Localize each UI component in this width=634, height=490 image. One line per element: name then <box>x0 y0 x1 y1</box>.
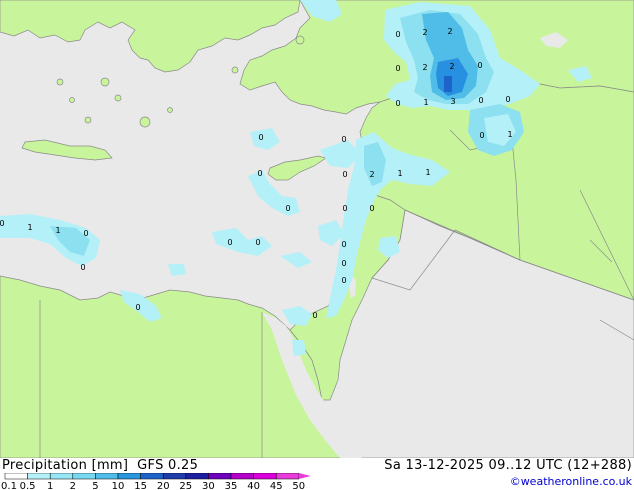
precip-label: 0 <box>395 64 400 73</box>
precip-label: 0 <box>395 99 400 108</box>
precip-max-core2 <box>444 76 452 92</box>
valid-time: Sa 13-12-2025 09..12 UTC (12+288) <box>384 458 632 473</box>
legend-swatch <box>253 473 277 480</box>
precip-label: 0 <box>227 238 232 247</box>
precip-label: 1 <box>55 226 60 235</box>
island <box>295 35 305 45</box>
precip-label: 0 <box>341 240 346 249</box>
precip-label: 1 <box>397 169 402 178</box>
color-legend: 0.1 0.5 1 2 5 10 15 20 25 30 35 40 45 50 <box>1 473 311 490</box>
legend-tick-label: 10 <box>112 481 125 490</box>
precip-label: 0 <box>0 219 5 228</box>
legend-tick-label: 25 <box>179 481 192 490</box>
precip-label: 0 <box>257 169 262 178</box>
precip-label: 3 <box>450 97 455 106</box>
precip-label: 1 <box>423 98 428 107</box>
precip-label: 2 <box>447 27 452 36</box>
legend-swatch <box>185 473 209 480</box>
precip-label: 2 <box>422 28 427 37</box>
legend-swatch <box>140 473 164 480</box>
precip-label: 2 <box>369 170 374 179</box>
island <box>139 116 151 128</box>
precip-label: 0 <box>477 61 482 70</box>
precip-label: 0 <box>341 135 346 144</box>
legend-swatch <box>117 473 141 480</box>
legend-swatch <box>49 473 74 480</box>
legend-tick-label: 30 <box>202 481 215 490</box>
precip-label: 0 <box>395 30 400 39</box>
precipitation-map: 0 2 2 0 2 2 0 0 1 3 0 0 0 1 0 0 0 2 1 1 … <box>0 0 634 458</box>
precip-label: 0 <box>80 263 85 272</box>
precip-label: 1 <box>425 168 430 177</box>
legend-tick-label: 20 <box>157 481 170 490</box>
precip-label: 0 <box>505 95 510 104</box>
island <box>231 66 239 74</box>
legend-tick-label: 40 <box>247 481 260 490</box>
island <box>69 97 75 103</box>
legend-swatch <box>72 473 96 480</box>
precip-label: 0 <box>83 229 88 238</box>
island <box>100 77 110 87</box>
precip-label: 2 <box>449 62 454 71</box>
legend-tick-label: 2 <box>70 481 76 490</box>
legend-tick-label: 50 <box>292 481 305 490</box>
precip-label: 0 <box>341 259 346 268</box>
legend-tick-label: 45 <box>270 481 283 490</box>
precip-label: 0 <box>285 204 290 213</box>
precip-label: 0 <box>479 131 484 140</box>
legend-tick-label: 0.5 <box>20 481 36 490</box>
credit-link[interactable]: ©weatheronline.co.uk <box>510 475 632 488</box>
precip-label: 2 <box>422 63 427 72</box>
legend-tick-label: 15 <box>134 481 147 490</box>
precip-label: 0 <box>369 204 374 213</box>
legend-swatch <box>275 473 300 480</box>
precip-sinai-2 <box>292 340 306 356</box>
legend-tick-label: 35 <box>225 481 238 490</box>
legend-swatch <box>208 473 232 480</box>
precip-label: 0 <box>342 170 347 179</box>
precip-label: 1 <box>507 130 512 139</box>
precip-label: 0 <box>312 311 317 320</box>
island <box>56 78 64 86</box>
precip-label: 0 <box>478 96 483 105</box>
legend-swatch <box>95 473 119 480</box>
legend-tick-label: 5 <box>92 481 98 490</box>
precip-label: 0 <box>255 238 260 247</box>
legend-swatch <box>27 473 51 480</box>
precip-label: 0 <box>135 303 140 312</box>
legend-arrow <box>298 473 311 479</box>
legend-tick-label: 1 <box>47 481 53 490</box>
precip-label: 1 <box>27 223 32 232</box>
map-title: Precipitation [mm] GFS 0.25 <box>2 458 199 473</box>
legend-swatch <box>162 473 187 480</box>
precip-label: 0 <box>342 204 347 213</box>
island <box>167 107 173 113</box>
precip-label: 0 <box>341 276 346 285</box>
legend-tick-label: 0.1 <box>1 481 17 490</box>
precip-label: 0 <box>258 133 263 142</box>
legend-swatch <box>4 473 28 480</box>
island <box>84 116 92 124</box>
legend-swatch <box>230 473 254 480</box>
island <box>114 94 122 102</box>
